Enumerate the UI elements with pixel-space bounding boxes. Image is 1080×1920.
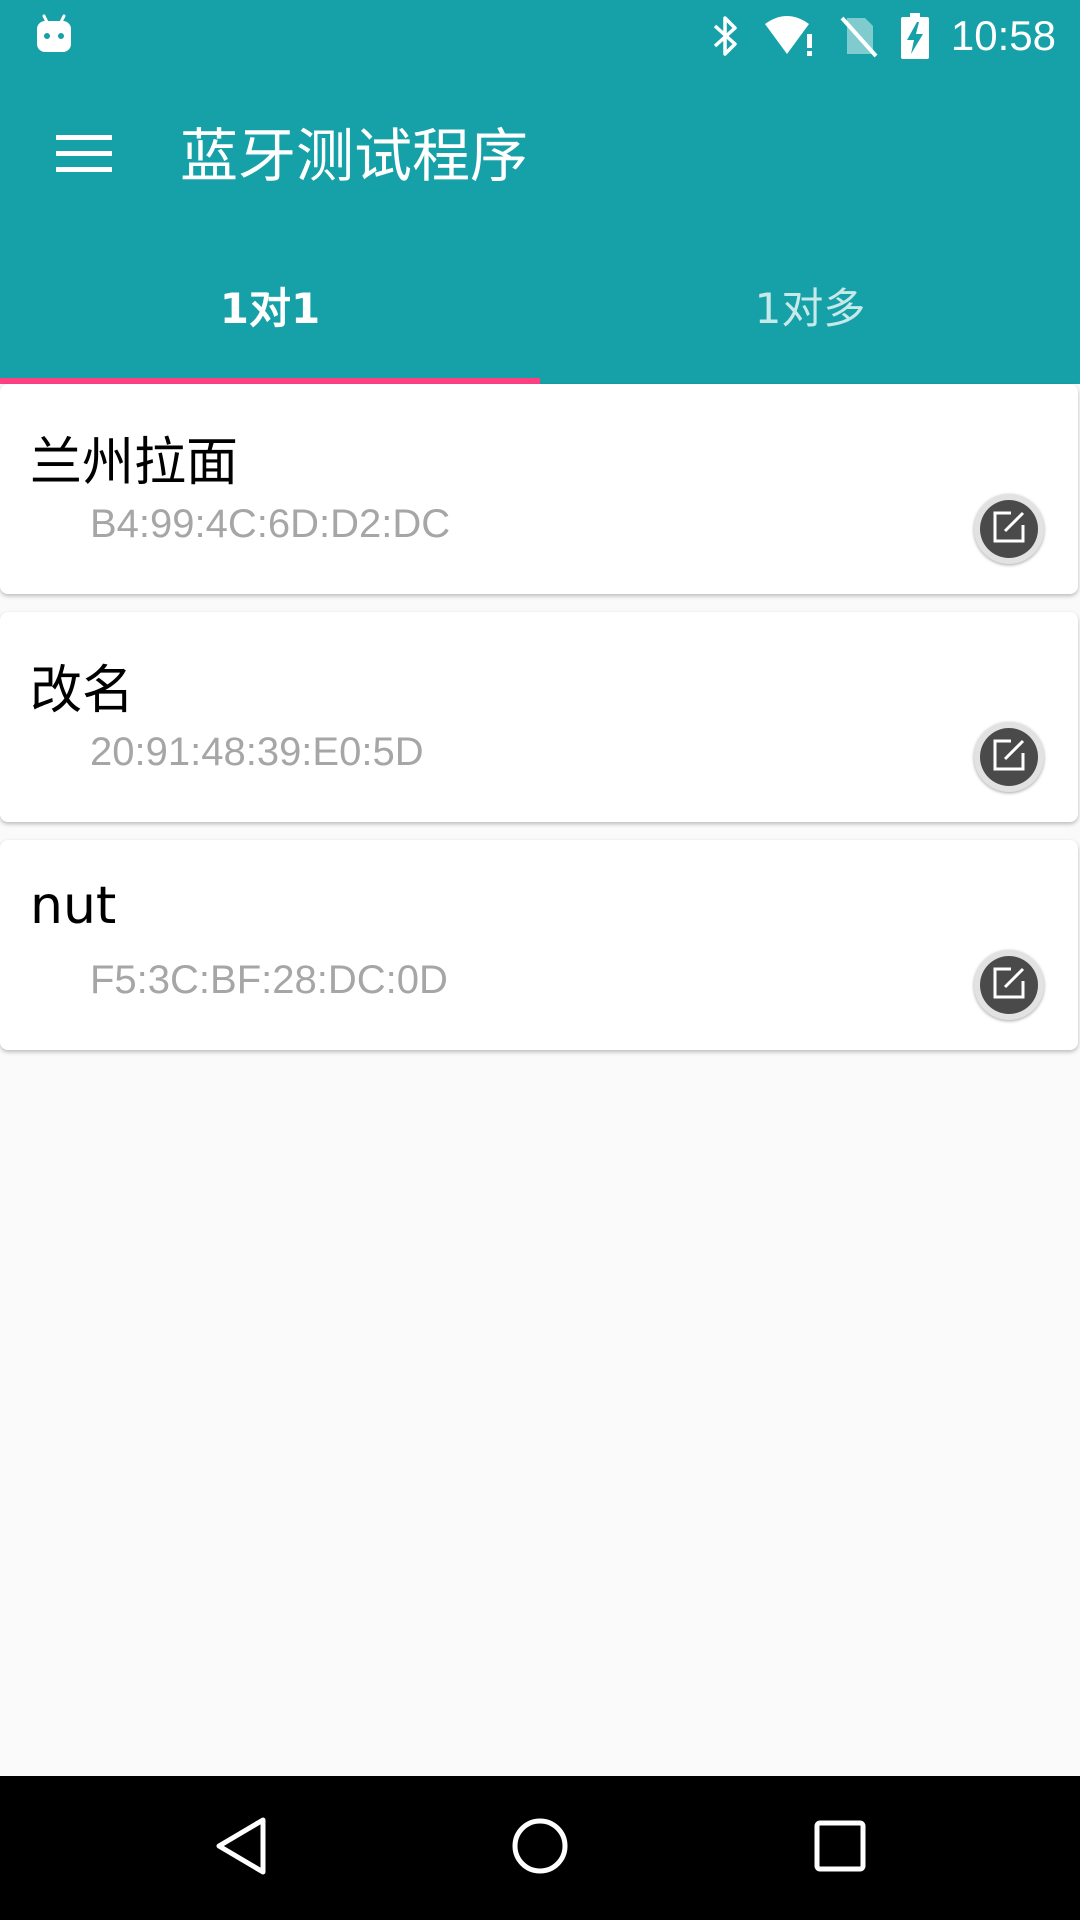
edit-icon <box>989 735 1029 779</box>
hamburger-menu-icon <box>56 134 112 178</box>
battery-charging-icon <box>900 13 929 59</box>
wifi-no-internet-icon <box>763 14 817 58</box>
android-notification-icon <box>36 14 72 54</box>
app-title: 蓝牙测试程序 <box>180 122 529 190</box>
device-card[interactable]: 兰州拉面 B4:99:4C:6D:D2:DC <box>0 384 1078 594</box>
edit-icon <box>989 963 1029 1007</box>
tab-one-to-one[interactable]: 1对1 <box>0 240 540 384</box>
device-address: 20:91:48:39:E0:5D <box>90 730 424 774</box>
device-card[interactable]: 改名 20:91:48:39:E0:5D <box>0 612 1078 822</box>
device-address: F5:3C:BF:28:DC:0D <box>90 958 448 1002</box>
navigation-bar <box>0 1776 1080 1920</box>
no-sim-icon <box>839 14 879 58</box>
bluetooth-icon <box>711 14 741 58</box>
device-address: B4:99:4C:6D:D2:DC <box>90 502 451 546</box>
tab-label: 1对1 <box>219 283 321 333</box>
device-card[interactable]: nut F5:3C:BF:28:DC:0D <box>0 840 1078 1050</box>
device-name: nut <box>30 876 117 936</box>
back-icon <box>213 1816 269 1880</box>
edit-button[interactable] <box>974 950 1044 1020</box>
app-bar: 蓝牙测试程序 <box>0 72 1080 240</box>
tab-label: 1对多 <box>754 283 866 333</box>
device-name: 改名 <box>30 661 135 721</box>
screen: 10:58 蓝牙测试程序 1对1 1对多 兰州拉面 B4:99:4C:6D:D2… <box>0 0 1080 1920</box>
back-button[interactable] <box>205 1812 277 1884</box>
device-name: 兰州拉面 <box>30 433 239 493</box>
edit-button[interactable] <box>974 722 1044 792</box>
status-bar: 10:58 <box>0 0 1080 72</box>
status-icons: 10:58 <box>711 0 1056 72</box>
tab-one-to-many[interactable]: 1对多 <box>540 240 1080 384</box>
tab-bar: 1对1 1对多 <box>0 240 1080 384</box>
home-icon <box>510 1816 570 1880</box>
status-clock: 10:58 <box>950 12 1056 59</box>
edit-button[interactable] <box>974 494 1044 564</box>
recents-icon <box>813 1819 867 1877</box>
home-button[interactable] <box>504 1812 576 1884</box>
menu-button[interactable] <box>42 114 126 198</box>
recents-button[interactable] <box>804 1812 876 1884</box>
edit-icon <box>989 507 1029 551</box>
